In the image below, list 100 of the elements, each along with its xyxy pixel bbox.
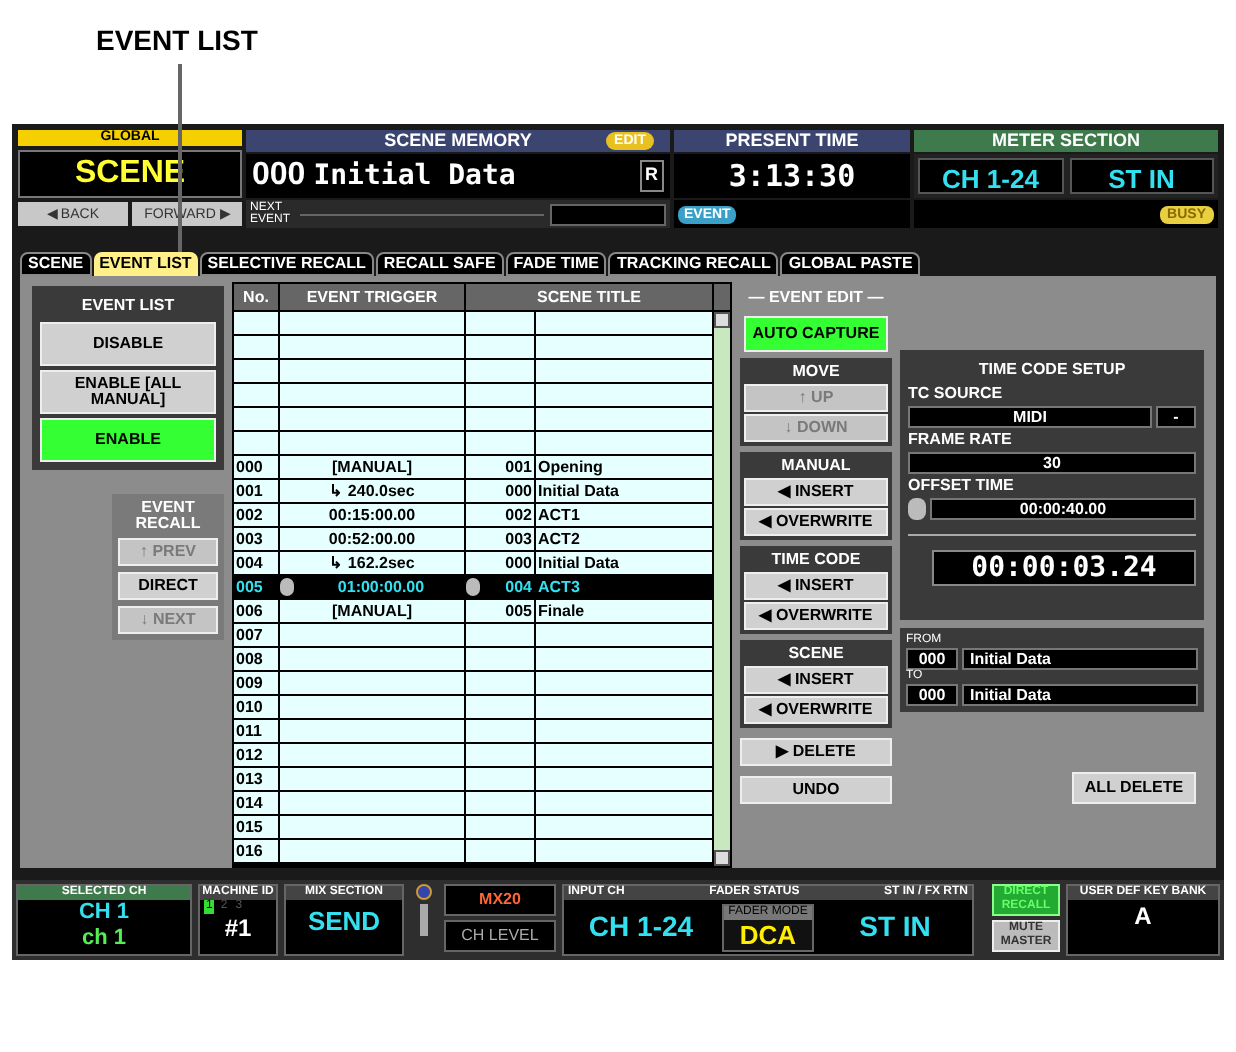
trigger-cell[interactable] [280,720,464,742]
trigger-cell[interactable]: 00:15:00.00 [280,504,464,526]
tab[interactable]: TRACKING RECALL [608,252,779,276]
scene-number-cell[interactable] [466,672,534,694]
tc-source-field[interactable]: MIDI [908,406,1152,428]
trigger-cell[interactable]: ↳ 240.0sec [280,480,464,502]
scene-number-cell[interactable] [466,816,534,838]
scene-title-cell[interactable] [536,816,712,838]
trigger-cell[interactable] [280,696,464,718]
row-number-cell[interactable]: 014 [234,792,278,814]
trigger-cell[interactable] [280,672,464,694]
trigger-cell[interactable] [280,792,464,814]
row-number-cell[interactable]: 002 [234,504,278,526]
scene-title-cell[interactable] [536,744,712,766]
trigger-cell[interactable] [280,768,464,790]
row-number-cell[interactable]: 013 [234,768,278,790]
row-number-cell[interactable]: 015 [234,816,278,838]
edit-button[interactable]: ◀ OVERWRITE [744,696,888,724]
row-number-cell[interactable]: 010 [234,696,278,718]
scene-title-field[interactable]: Initial Data [962,648,1198,670]
scene-number-cell[interactable]: 003 [466,528,534,550]
scene-title-cell[interactable] [536,696,712,718]
row-number-cell[interactable]: 012 [234,744,278,766]
offset-time-field[interactable]: 00:00:40.00 [930,498,1196,520]
row-number-cell[interactable]: 016 [234,840,278,862]
scene-title-cell[interactable]: Initial Data [536,552,712,574]
event-list-mode-button[interactable]: ENABLE [40,418,216,462]
frame-rate-field[interactable]: 30 [908,452,1196,474]
tab[interactable]: RECALL SAFE [375,252,504,276]
scene-title-cell[interactable]: Finale [536,600,712,622]
event-list-mode-button[interactable]: ENABLE [ALL MANUAL] [40,370,216,414]
trigger-cell[interactable]: [MANUAL] [280,600,464,622]
scene-number-cell[interactable]: 004 [505,579,532,595]
scene-number-cell[interactable]: 002 [466,504,534,526]
row-number-cell[interactable]: 007 [234,624,278,646]
edit-button[interactable]: ◀ INSERT [744,666,888,694]
scene-number-cell[interactable] [466,768,534,790]
tab[interactable]: EVENT LIST [93,252,198,276]
trigger-cell[interactable] [280,816,464,838]
event-recall-button[interactable]: DIRECT [118,572,218,600]
scene-number-field[interactable]: 000 [906,684,958,706]
scene-title-cell[interactable]: Opening [536,456,712,478]
scene-number-cell[interactable]: 000 [466,480,534,502]
scene-number-cell[interactable] [466,648,534,670]
scene-number-cell[interactable] [466,744,534,766]
trigger-cell[interactable]: 00:52:00.00 [280,528,464,550]
scene-number-cell[interactable]: 000 [466,552,534,574]
row-number-cell[interactable]: 011 [234,720,278,742]
scene-number-cell[interactable] [466,696,534,718]
trigger-cell[interactable] [280,624,464,646]
trigger-cell[interactable] [280,744,464,766]
scene-title-cell[interactable]: ACT1 [536,504,712,526]
scene-number-cell[interactable] [466,624,534,646]
event-list-mode-button[interactable]: DISABLE [40,322,216,366]
edit-button[interactable]: ◀ OVERWRITE [744,508,888,536]
trigger-cell[interactable]: ↳ 162.2sec [280,552,464,574]
row-number-cell[interactable]: 000 [234,456,278,478]
row-number-cell[interactable]: 004 [234,552,278,574]
scene-title-cell[interactable] [536,624,712,646]
scene-number-field[interactable]: 000 [906,648,958,670]
auto-capture-button[interactable]: AUTO CAPTURE [744,316,888,352]
row-number-cell[interactable]: 009 [234,672,278,694]
tc-port-field[interactable]: - [1156,406,1196,428]
undo-button[interactable]: UNDO [740,776,892,804]
meter-channel-selector[interactable]: CH 1-24 [918,158,1063,194]
tab[interactable]: FADE TIME [505,252,607,276]
scene-title-cell[interactable] [536,720,712,742]
scene-title-cell[interactable] [536,768,712,790]
scene-number-cell[interactable]: 001 [466,456,534,478]
row-number-cell[interactable]: 001 [234,480,278,502]
tab[interactable]: SELECTIVE RECALL [199,252,374,276]
row-number-cell[interactable]: 006 [234,600,278,622]
scene-title-cell[interactable]: Initial Data [536,480,712,502]
tab[interactable]: GLOBAL PASTE [780,252,921,276]
scene-number-cell[interactable] [466,840,534,862]
scene-number-cell[interactable] [466,792,534,814]
scene-title-cell[interactable] [536,648,712,670]
row-number-cell[interactable]: 003 [234,528,278,550]
trigger-cell[interactable] [280,648,464,670]
trigger-cell[interactable]: 01:00:00.00 [298,579,464,595]
edit-button[interactable]: ◀ INSERT [744,572,888,600]
edit-button[interactable]: ◀ INSERT [744,478,888,506]
scene-number-cell[interactable]: 005 [466,600,534,622]
all-delete-button[interactable]: ALL DELETE [1072,772,1196,804]
scene-title-cell[interactable]: ACT2 [536,528,712,550]
trigger-cell[interactable] [280,840,464,862]
scene-title-cell[interactable] [536,672,712,694]
scroll-down-icon[interactable] [714,850,730,866]
scene-title-cell[interactable] [536,792,712,814]
scroll-up-icon[interactable] [714,312,730,328]
meter-stereo-selector[interactable]: ST IN [1069,158,1214,194]
trigger-cell[interactable]: [MANUAL] [280,456,464,478]
row-number-cell[interactable]: 008 [234,648,278,670]
scene-title-field[interactable]: Initial Data [962,684,1198,706]
edit-button[interactable]: ◀ OVERWRITE [744,602,888,630]
delete-button[interactable]: ▶ DELETE [740,738,892,766]
scrollbar[interactable] [714,312,730,866]
scene-number-cell[interactable] [466,720,534,742]
tab[interactable]: SCENE [20,252,92,276]
scene-title-cell[interactable] [536,840,712,862]
